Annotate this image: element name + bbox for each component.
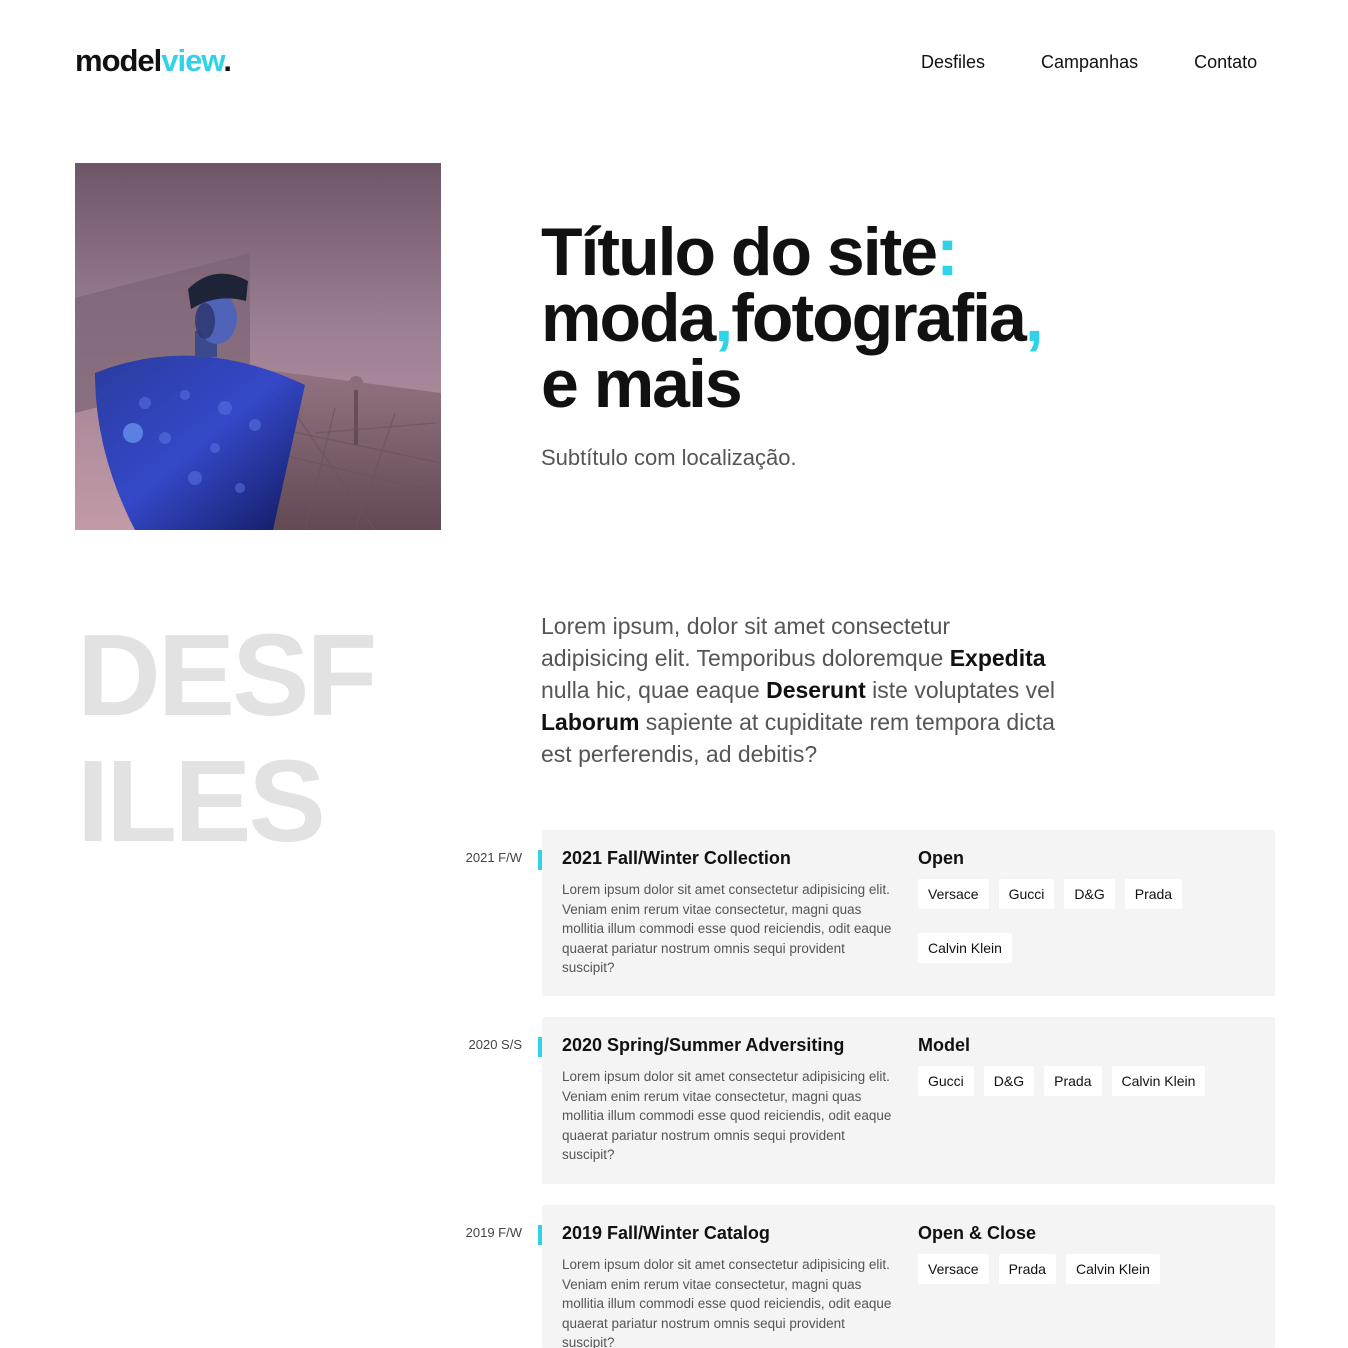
item-role: Open <box>918 848 965 868</box>
item-description: Lorem ipsum dolor sit amet consectetur a… <box>562 882 892 975</box>
item-tags: Versace Prada Calvin Klein <box>918 1254 1238 1308</box>
tag[interactable]: D&G <box>983 1066 1035 1096</box>
hero-photo <box>75 163 441 530</box>
item-role: Model <box>918 1035 970 1055</box>
tag[interactable]: Prada <box>1124 879 1183 909</box>
hero-title-line1: Título do site <box>541 214 938 290</box>
item-title: 2020 Spring/Summer Adversiting <box>562 1035 845 1055</box>
item-date: 2020 S/S <box>468 1037 523 1052</box>
intro-bold-3: Laborum <box>541 709 640 735</box>
tag[interactable]: Versace <box>918 1254 989 1284</box>
logo-dot: . <box>223 43 232 78</box>
intro-text-1: Lorem ipsum, dolor sit amet consectetur … <box>541 613 951 671</box>
tag[interactable]: Calvin Klein <box>918 933 1012 963</box>
tag[interactable]: Gucci <box>998 879 1055 909</box>
nav-contato[interactable]: Contato <box>1194 50 1257 74</box>
timeline-item: 2020 S/S 2020 Spring/Summer Adversiting … <box>469 1017 1275 1184</box>
main-nav: Desfiles Campanhas Contato <box>921 50 1257 74</box>
tag[interactable]: Prada <box>998 1254 1056 1284</box>
nav-desfiles[interactable]: Desfiles <box>921 50 985 74</box>
item-marker <box>538 850 542 870</box>
logo-accent: view <box>161 43 224 78</box>
tag[interactable]: D&G <box>1064 879 1115 909</box>
tag[interactable]: Prada <box>1044 1066 1102 1096</box>
item-tags: Gucci D&G Prada Calvin Klein <box>918 1066 1238 1120</box>
tag[interactable]: Gucci <box>918 1066 974 1096</box>
intro-bold-1: Expedita <box>949 645 1046 671</box>
hero-title-comma1: , <box>714 280 733 356</box>
tag[interactable]: Calvin Klein <box>1111 1066 1206 1096</box>
hero-title-fotografia: fotografia <box>731 280 1027 356</box>
tag[interactable]: Calvin Klein <box>1065 1254 1160 1284</box>
item-description: Lorem ipsum dolor sit amet consectetur a… <box>562 1069 892 1162</box>
hero-subtitle: Subtítulo com localização. <box>541 445 797 470</box>
hero-title-moda: moda <box>541 280 716 356</box>
item-date: 2019 F/W <box>465 1225 522 1240</box>
item-title: 2021 Fall/Winter Collection <box>562 848 791 868</box>
logo-main: model <box>75 43 162 78</box>
logo[interactable]: modelview. <box>75 40 232 82</box>
item-description: Lorem ipsum dolor sit amet consectetur a… <box>562 1257 892 1348</box>
timeline-item: 2021 F/W 2021 Fall/Winter Collection Lor… <box>466 830 1275 996</box>
hero-title-comma2: , <box>1024 280 1044 356</box>
big-title-line1: DESF <box>77 610 377 740</box>
intro-text-2: nulla hic, quae eaque <box>541 677 767 703</box>
intro-text-3: iste voluptates vel <box>865 677 1055 703</box>
big-title-line2: ILES <box>77 736 326 866</box>
timeline-item: 2019 F/W 2019 Fall/Winter Catalog Lorem … <box>466 1205 1275 1348</box>
intro-bold-2: Deserunt <box>766 677 866 703</box>
tag[interactable]: Versace <box>918 879 989 909</box>
item-marker <box>538 1225 542 1245</box>
section-big-title: DESF ILES <box>77 610 377 866</box>
hero-title: Título do site: moda,fotografia, e mais <box>541 218 1044 418</box>
item-tags: Versace Gucci D&G Prada Calvin Klein <box>918 879 1238 987</box>
item-date: 2021 F/W <box>465 850 522 865</box>
item-role: Open & Close <box>918 1223 1037 1243</box>
hero-title-colon: : <box>936 214 959 290</box>
hero-title-line3: e mais <box>541 346 743 422</box>
item-title: 2019 Fall/Winter Catalog <box>562 1223 770 1243</box>
item-marker <box>538 1037 542 1057</box>
section-intro: Lorem ipsum, dolor sit amet consectetur … <box>541 610 1061 770</box>
nav-campanhas[interactable]: Campanhas <box>1041 50 1138 74</box>
